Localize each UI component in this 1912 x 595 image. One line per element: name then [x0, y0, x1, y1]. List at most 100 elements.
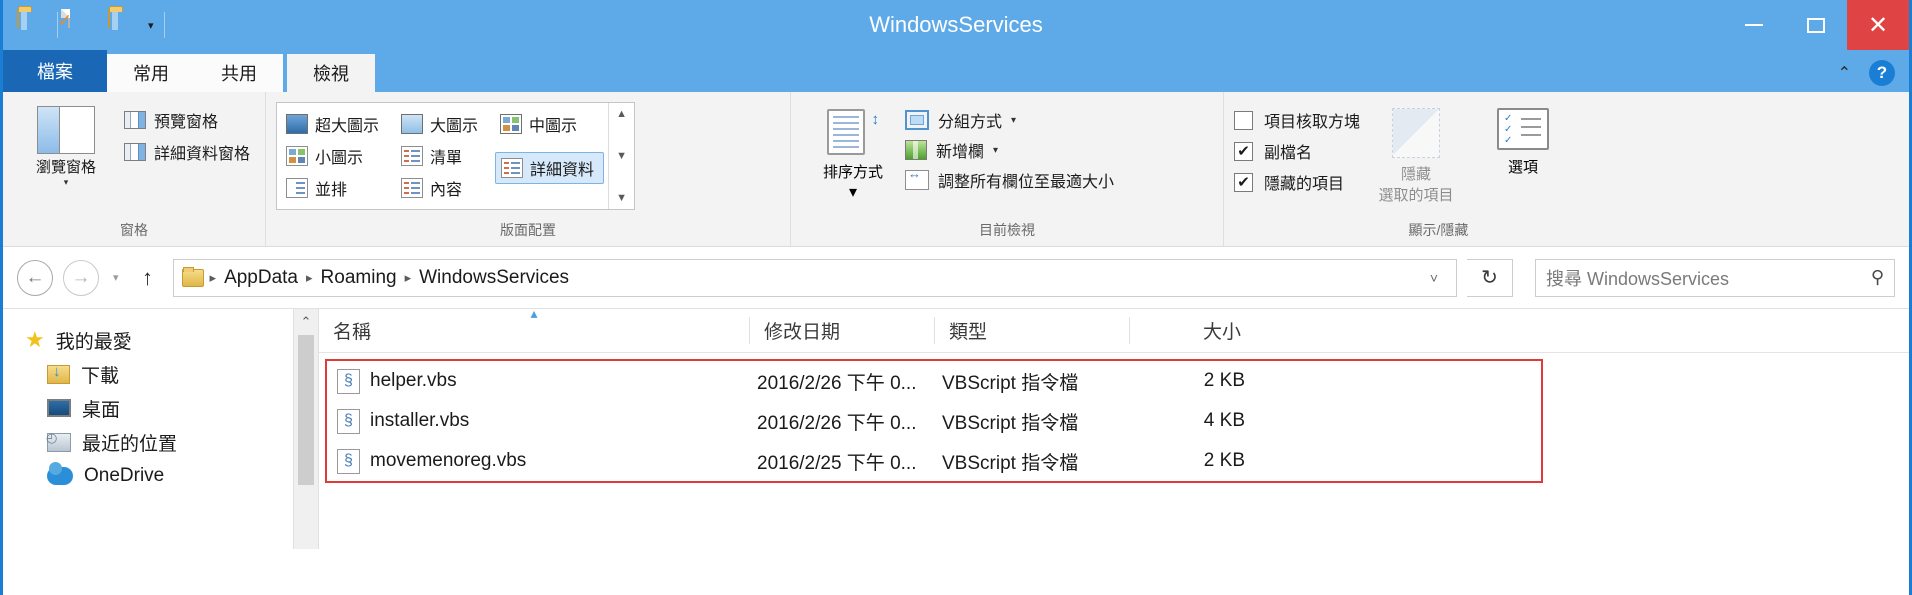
breadcrumb[interactable]: ▸ AppData ▸ Roaming ▸ WindowsServices ˅: [172, 258, 1457, 297]
sidebar-item-downloads[interactable]: 下載: [25, 357, 293, 391]
breadcrumb-item-roaming[interactable]: Roaming: [315, 265, 403, 291]
column-header-name[interactable]: ▴ 名稱: [319, 305, 749, 344]
view-small-icons[interactable]: 小圖示: [281, 141, 388, 171]
view-content[interactable]: 內容: [396, 173, 487, 203]
qat-divider-2: [163, 12, 165, 38]
file-extensions-checkbox[interactable]: ✔: [1234, 141, 1253, 161]
file-name-label: helper.vbs: [370, 370, 457, 391]
chevron-down-icon[interactable]: ▾: [64, 177, 69, 188]
add-columns-caret-icon[interactable]: ▾: [993, 145, 998, 156]
file-size-cell: 2 KB: [1203, 370, 1245, 391]
extra-large-icons-icon: [286, 114, 308, 134]
file-size-cell: 4 KB: [1203, 410, 1245, 431]
group-by-caret-icon[interactable]: ▾: [1011, 115, 1016, 126]
chevron-up-icon[interactable]: ⌃: [1838, 63, 1851, 83]
hide-selected-line1: 隱藏: [1401, 166, 1432, 183]
item-checkboxes-option[interactable]: 項目核取方塊: [1234, 108, 1360, 132]
folder-icon[interactable]: [17, 9, 47, 40]
hidden-items-checkbox[interactable]: ✔: [1234, 172, 1253, 192]
address-dropdown-icon[interactable]: ˅: [1420, 270, 1448, 286]
list-icon: [401, 146, 424, 166]
sidebar-item-favorites[interactable]: ★ 我的最愛: [25, 323, 293, 357]
add-columns-button[interactable]: 新增欄 ▾: [905, 138, 1114, 162]
hidden-items-label: 隱藏的項目: [1264, 176, 1345, 193]
sidebar-item-desktop[interactable]: 桌面: [25, 391, 293, 425]
refresh-button[interactable]: ↻: [1467, 258, 1513, 297]
close-button[interactable]: ✕: [1847, 0, 1909, 50]
sidebar-item-recent-places[interactable]: 最近的位置: [25, 425, 293, 459]
sort-by-icon: ↕: [827, 108, 879, 156]
group-by-button[interactable]: 分組方式 ▾: [905, 108, 1114, 132]
gallery-expand-icon[interactable]: ▼: [616, 192, 627, 204]
back-button[interactable]: ←: [17, 259, 53, 296]
ribbon-tab-strip: 檔案 常用 共用 檢視 ⌃ ?: [3, 50, 1909, 92]
hide-selected-line2: 選取的項目: [1378, 187, 1454, 204]
options-button[interactable]: 選項: [1472, 100, 1574, 177]
history-dropdown-icon[interactable]: ▾: [109, 271, 123, 284]
file-type-cell: VBScript 指令檔: [942, 372, 1079, 394]
search-box[interactable]: 搜尋 WindowsServices ⚲: [1535, 258, 1895, 297]
tab-share[interactable]: 共用: [195, 54, 283, 92]
file-name-cell[interactable]: movemenoreg.vbs: [327, 448, 757, 474]
options-icon: [1497, 108, 1550, 150]
maximize-button[interactable]: [1785, 0, 1847, 50]
new-document-icon[interactable]: [68, 9, 98, 40]
sort-by-label: 排序方式: [822, 164, 883, 181]
view-list[interactable]: 清單: [396, 141, 487, 171]
details-pane-icon: [123, 142, 146, 162]
search-input[interactable]: 搜尋 WindowsServices: [1546, 265, 1871, 291]
scroll-up-icon[interactable]: ⌃: [294, 309, 318, 335]
table-row[interactable]: helper.vbs 2016/2/26 下午 0... VBScript 指令…: [327, 361, 1541, 401]
file-name-cell[interactable]: installer.vbs: [327, 408, 757, 434]
column-header-date[interactable]: 修改日期: [749, 317, 934, 344]
details-pane-button[interactable]: 詳細資料窗格: [119, 138, 255, 166]
help-icon[interactable]: ?: [1869, 60, 1895, 86]
size-all-columns-button[interactable]: 調整所有欄位至最適大小: [905, 166, 1114, 192]
qat-dropdown-caret[interactable]: ▾: [148, 19, 154, 32]
scrollbar-thumb[interactable]: [298, 335, 314, 485]
file-extensions-option[interactable]: ✔ 副檔名: [1234, 139, 1360, 163]
table-row[interactable]: movemenoreg.vbs 2016/2/25 下午 0... VBScri…: [327, 441, 1541, 481]
tab-home[interactable]: 常用: [107, 54, 195, 92]
up-button[interactable]: ↑: [133, 265, 163, 291]
tab-view[interactable]: 檢視: [287, 54, 375, 92]
medium-icons-icon: [500, 114, 523, 134]
minimize-button[interactable]: [1723, 0, 1785, 50]
search-icon[interactable]: ⚲: [1871, 267, 1884, 288]
column-header-name-label: 名稱: [333, 322, 372, 343]
ribbon: 瀏覽窗格 ▾ 預覽窗格 詳細資料窗格 窗格 超大圖示 小圖示 並排 大圖示 清單…: [3, 92, 1909, 247]
file-name-cell[interactable]: helper.vbs: [327, 368, 757, 394]
gallery-scroll-up-icon[interactable]: ▲: [616, 108, 627, 120]
folder-properties-icon[interactable]: [108, 9, 138, 40]
navigation-pane-scrollbar[interactable]: ⌃: [293, 309, 319, 549]
table-row[interactable]: installer.vbs 2016/2/26 下午 0... VBScript…: [327, 401, 1541, 441]
star-icon: ★: [25, 327, 45, 352]
breadcrumb-separator-0[interactable]: ▸: [210, 270, 217, 286]
layout-gallery-column-3: 中圖示 詳細資料: [491, 103, 608, 209]
forward-button[interactable]: →: [63, 259, 99, 296]
column-header-size[interactable]: 大小: [1129, 317, 1259, 344]
breadcrumb-item-appdata[interactable]: AppData: [218, 265, 304, 291]
breadcrumb-separator-1[interactable]: ▸: [306, 270, 313, 286]
view-extra-large-icons[interactable]: 超大圖示: [281, 109, 388, 139]
view-details[interactable]: 詳細資料: [495, 152, 605, 184]
tiles-icon: [286, 178, 308, 198]
sort-by-button[interactable]: ↕ 排序方式 ▾: [801, 100, 905, 202]
preview-pane-button[interactable]: 預覽窗格: [119, 106, 255, 134]
navigation-pane-button[interactable]: 瀏覽窗格 ▾: [13, 100, 119, 188]
item-checkboxes-checkbox[interactable]: [1234, 110, 1253, 130]
hidden-items-option[interactable]: ✔ 隱藏的項目: [1234, 170, 1360, 194]
current-view-group-label: 目前檢視: [979, 222, 1035, 238]
breadcrumb-item-windowsservices[interactable]: WindowsServices: [413, 265, 575, 291]
view-medium-icons[interactable]: 中圖示: [495, 109, 604, 139]
desktop-icon: [47, 399, 71, 417]
sort-by-caret-icon[interactable]: ▾: [849, 182, 857, 202]
group-by-icon: [905, 110, 929, 130]
column-header-type[interactable]: 類型: [934, 317, 1129, 344]
breadcrumb-separator-2[interactable]: ▸: [405, 270, 412, 286]
gallery-scroll-down-icon[interactable]: ▼: [616, 150, 627, 162]
sidebar-item-onedrive[interactable]: OneDrive: [25, 459, 293, 493]
view-tiles[interactable]: 並排: [281, 173, 388, 203]
view-large-icons[interactable]: 大圖示: [396, 109, 487, 139]
tab-file[interactable]: 檔案: [3, 50, 107, 92]
